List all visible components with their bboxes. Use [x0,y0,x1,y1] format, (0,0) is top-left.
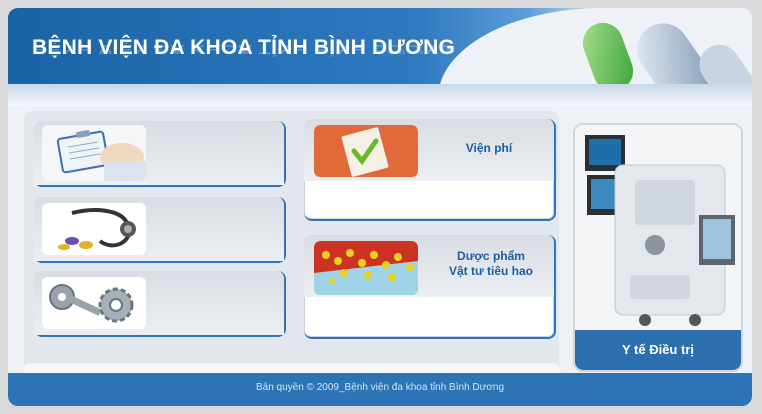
capsules-icon [582,22,752,92]
menu-card-stethoscope[interactable] [34,197,286,263]
menu-card-clipboard[interactable] [34,121,286,187]
pills-icon [314,241,418,295]
anesthesia-machine-icon [575,125,741,330]
duoc-pham-label: Dược phẩm [457,249,525,263]
clipboard-icon [42,125,146,181]
vien-phi-label: Viện phí [465,141,513,155]
checklist-icon [314,125,418,177]
vat-tu-tieu-hao-label: Vật tư tiêu hao [448,264,534,278]
page-frame: BỆNH VIỆN ĐA KHOA TỈNH BÌNH DƯƠNG BỆNH V… [8,8,752,406]
side-card-y-te-dieu-tri[interactable]: Y tế Điều trị [573,123,743,372]
footer: Bản quyền © 2009_Bệnh viện đa khoa tỉnh … [8,373,752,406]
title-reflection: BỆNH VIỆN ĐA KHOA TỈNH BÌNH DƯƠNG [32,42,456,56]
keys-gears-icon [42,277,146,329]
menu-card-vien-phi[interactable]: Viện phí [304,119,556,221]
side-card-label: Y tế Điều trị [575,330,741,370]
menu-panel: Viện phí Dược phẩm Vật tư tiêu hao [24,111,559,373]
copyright-text: Bản quyền © 2009_Bệnh viện đa khoa tỉnh … [255,382,505,393]
menu-card-duoc-pham[interactable]: Dược phẩm Vật tư tiêu hao [304,235,556,339]
stethoscope-icon [42,203,146,255]
header-band [8,84,752,106]
menu-card-keys[interactable] [34,271,286,337]
